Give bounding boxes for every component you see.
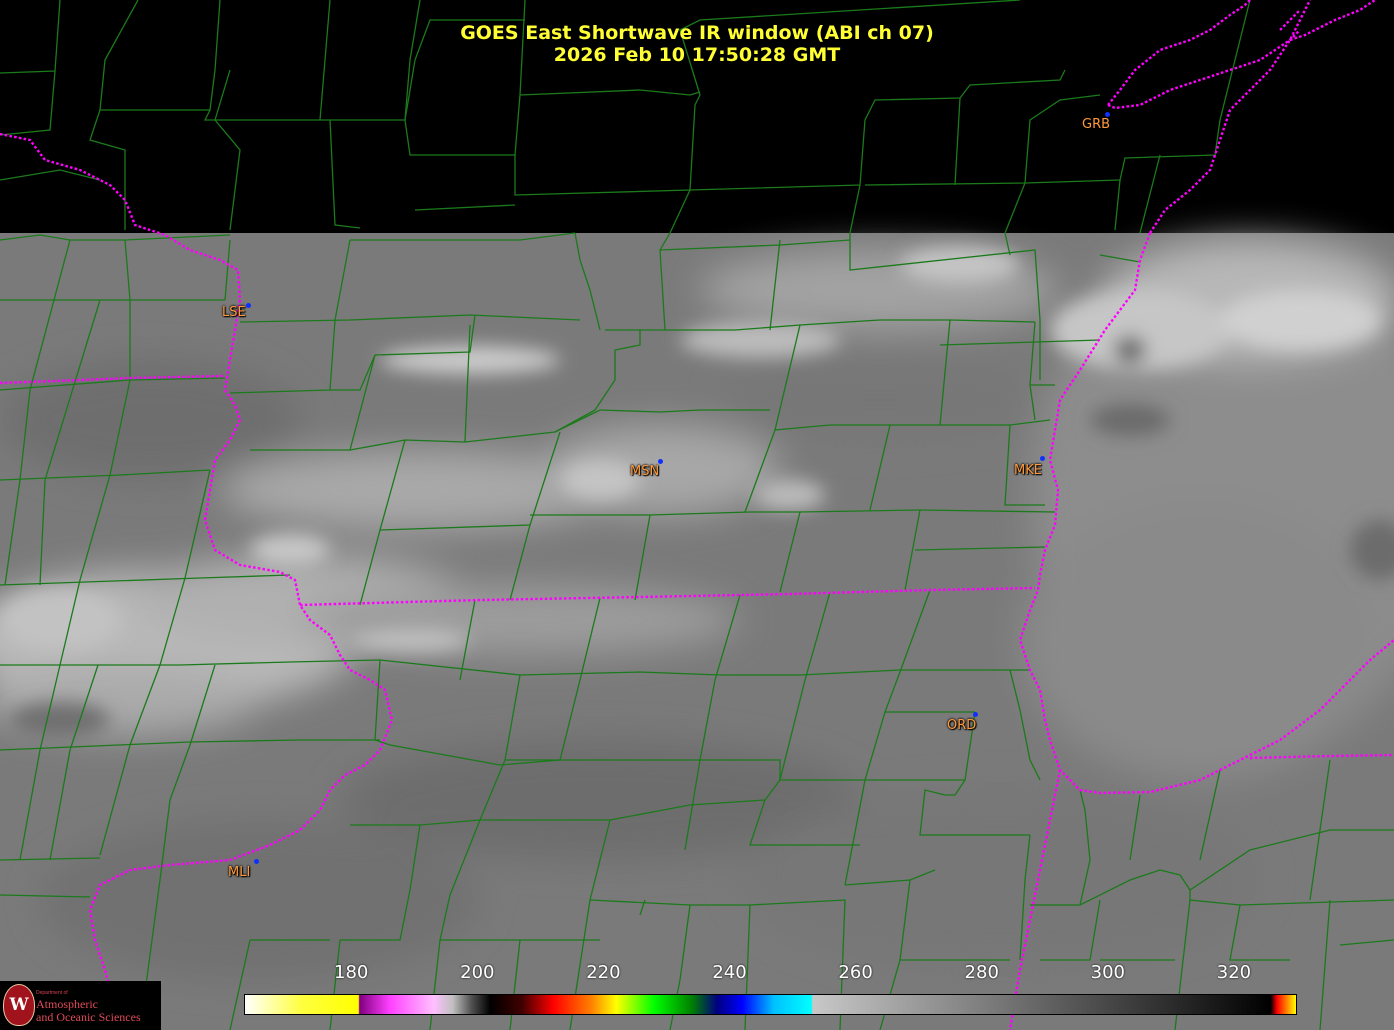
station-marker bbox=[973, 712, 978, 717]
colorbar-tick: 220 bbox=[586, 962, 621, 983]
colorbar-tick: 180 bbox=[334, 962, 369, 983]
temperature-colorbar bbox=[244, 994, 1297, 1015]
station-marker bbox=[254, 859, 259, 864]
station-marker bbox=[246, 303, 251, 308]
colorbar-tick: 280 bbox=[964, 962, 999, 983]
station-label: ORD bbox=[947, 718, 977, 733]
colorbar-tick: 300 bbox=[1090, 962, 1126, 983]
station-label: GRB bbox=[1082, 117, 1111, 132]
colorbar-tick: 200 bbox=[460, 962, 495, 983]
colorbar-tick: 260 bbox=[838, 962, 873, 983]
station-label: MKE bbox=[1014, 463, 1042, 478]
station-marker bbox=[1040, 456, 1045, 461]
uw-seal-icon: W bbox=[3, 984, 35, 1026]
colorbar-tick: 240 bbox=[712, 962, 747, 983]
station-label: MSN bbox=[630, 464, 660, 479]
satellite-map bbox=[0, 0, 1394, 1030]
station-label: MLI bbox=[228, 865, 251, 880]
title-line-2: 2026 Feb 10 17:50:28 GMT bbox=[553, 44, 841, 66]
aos-logo: W Department of Atmospheric and Oceanic … bbox=[0, 981, 161, 1030]
logo-department-text: Department of bbox=[36, 990, 68, 996]
title-line-1: GOES East Shortwave IR window (ABI ch 07… bbox=[460, 22, 934, 44]
seal-letter: W bbox=[9, 995, 29, 1015]
logo-line-2: and Oceanic Sciences bbox=[36, 1010, 141, 1024]
station-label: LSE bbox=[222, 305, 246, 320]
colorbar-tick: 320 bbox=[1216, 962, 1252, 983]
